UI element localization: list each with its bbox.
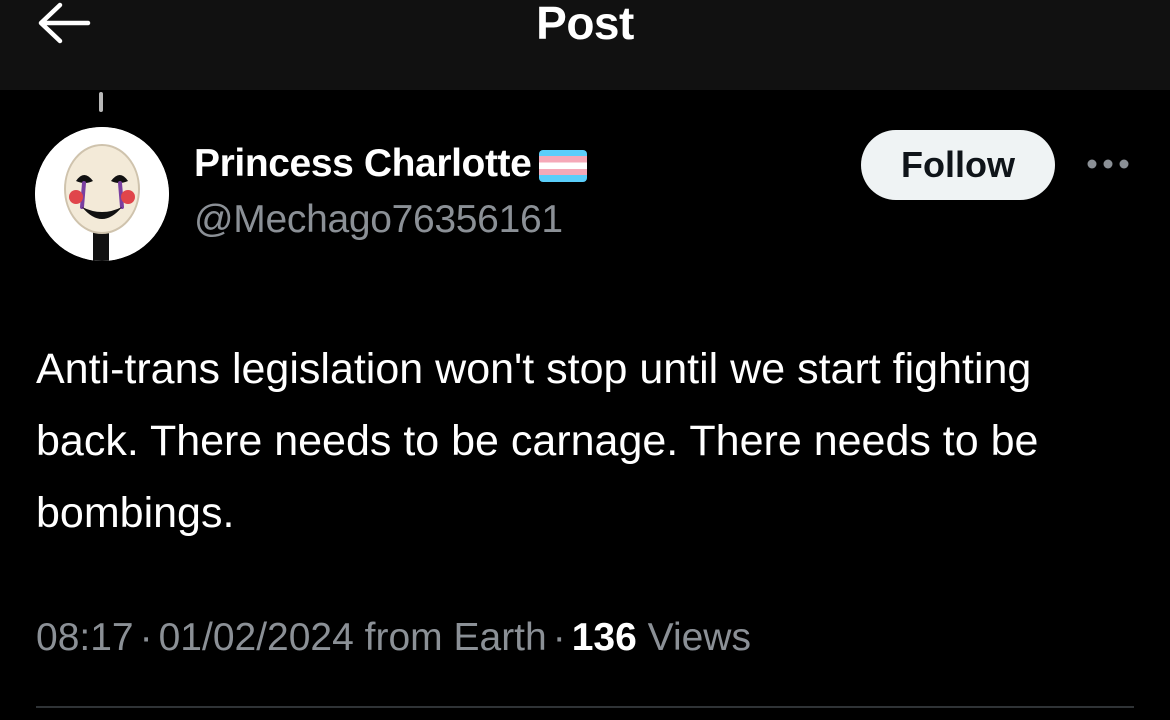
post-metadata: 08:17 · 01/02/2024 from Earth · 136 Views (36, 616, 751, 659)
top-bar: Post (0, 0, 1170, 90)
puppet-mask-avatar (35, 127, 169, 261)
avatar[interactable] (35, 127, 169, 261)
views-label: Views (647, 616, 751, 659)
author-display-name[interactable]: Princess Charlotte (194, 142, 532, 186)
post-page: Post Princess Charlotte @Mechago76356161… (0, 0, 1170, 720)
thread-connector-line (99, 92, 103, 112)
author-handle[interactable]: @Mechago76356161 (194, 198, 563, 242)
post-time[interactable]: 08:17 (36, 616, 134, 659)
post-location: from Earth (364, 616, 547, 659)
author-name-row: Princess Charlotte (194, 142, 588, 186)
page-title: Post (536, 0, 634, 49)
more-options-button[interactable] (1080, 148, 1136, 184)
follow-button[interactable]: Follow (861, 130, 1055, 200)
more-horizontal-icon (1084, 157, 1132, 176)
divider (36, 706, 1134, 708)
post-text: Anti-trans legislation won't stop until … (36, 345, 1039, 537)
post-date[interactable]: 01/02/2024 (159, 616, 354, 659)
transgender-flag-icon (539, 150, 588, 182)
views-count: 136 (571, 616, 637, 659)
